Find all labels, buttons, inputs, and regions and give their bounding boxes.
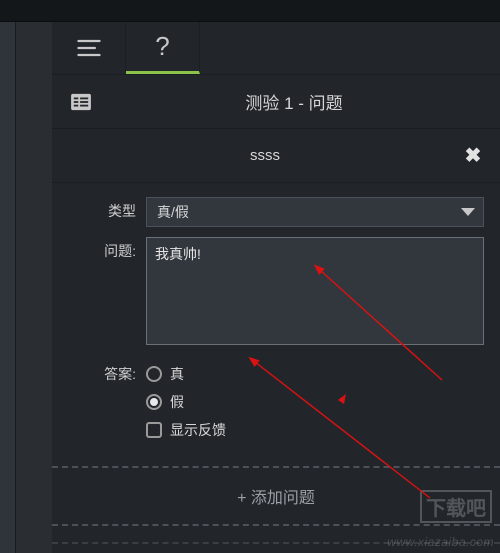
panel-tabs: ? [52,22,500,74]
answer-label: 答案: [68,360,146,384]
list-card-icon[interactable] [70,93,92,111]
row-answers: 答案: 真 假 显示反馈 [68,360,484,448]
question-collapse-title: ssss [68,147,462,164]
window-titlebar [0,0,500,22]
answer-option-true[interactable]: 真 [146,364,484,384]
watermark-box: 下载吧 [420,490,492,523]
quiz-panel: ? 测验 1 - 问题 ssss ✖ 类型 真/假 [52,22,500,553]
show-feedback-option[interactable]: 显示反馈 [146,420,484,440]
show-feedback-label: 显示反馈 [170,420,226,440]
tab-help[interactable]: ? [126,22,200,74]
add-question-label: + 添加问题 [237,490,315,507]
answer-true-label: 真 [170,364,184,384]
prompt-label: 问题: [68,237,146,261]
row-prompt: 问题: [68,237,484,350]
close-icon[interactable]: ✖ [462,143,484,168]
quiz-header: 测验 1 - 问题 [52,74,500,129]
left-gutter [0,22,16,553]
radio-true-icon [146,366,162,382]
question-form: 类型 真/假 问题: 答案: 真 [52,183,500,466]
question-header[interactable]: ssss ✖ [52,129,500,183]
checkbox-feedback-icon [146,422,162,438]
answer-false-label: 假 [170,392,184,412]
tab-list[interactable] [52,22,126,74]
hamburger-left-icon [75,34,103,62]
question-mark-icon: ? [155,31,169,62]
watermark-url: www.xiazaiba.com [387,535,494,549]
chevron-down-icon [461,208,475,216]
prompt-textarea[interactable] [146,237,484,345]
type-select-value: 真/假 [157,202,189,222]
type-select[interactable]: 真/假 [146,197,484,227]
answer-option-false[interactable]: 假 [146,392,484,412]
row-type: 类型 真/假 [68,197,484,227]
quiz-title: 测验 1 - 问题 [106,89,482,114]
type-label: 类型 [68,197,146,221]
radio-false-icon [146,394,162,410]
